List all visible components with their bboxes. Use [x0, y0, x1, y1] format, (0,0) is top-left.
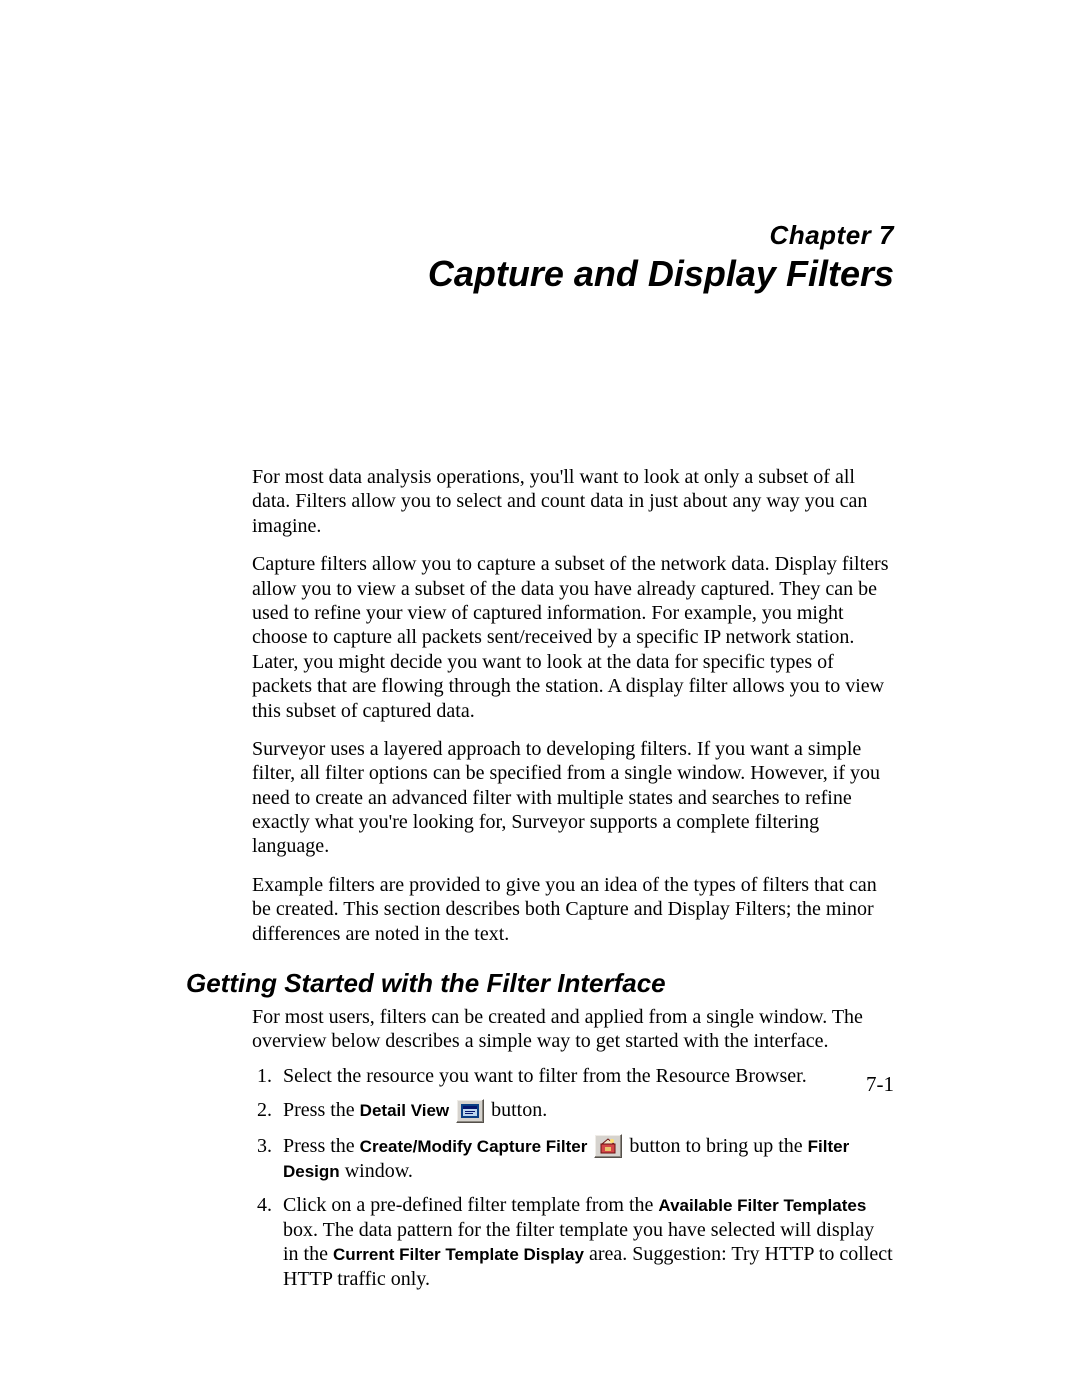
page-number: 7-1: [866, 1072, 894, 1097]
chapter-title: Capture and Display Filters: [186, 253, 894, 295]
chapter-header: Chapter 7 Capture and Display Filters: [186, 220, 894, 295]
intro-paragraph-4: Example filters are provided to give you…: [252, 873, 894, 946]
current-filter-template-display-label: Current Filter Template Display: [333, 1245, 584, 1264]
create-filter-icon: [594, 1134, 622, 1158]
create-modify-filter-label: Create/Modify Capture Filter: [360, 1137, 588, 1156]
step-3-text-a: Press the: [283, 1135, 360, 1157]
step-1: Select the resource you want to filter f…: [277, 1064, 894, 1088]
available-filter-templates-label: Available Filter Templates: [658, 1196, 866, 1215]
step-2-text-b: button.: [486, 1099, 547, 1121]
step-3-text-b: button to bring up the: [624, 1135, 807, 1157]
detail-view-icon: [456, 1099, 484, 1123]
step-2: Press the Detail View button.: [277, 1098, 894, 1123]
steps-list: Select the resource you want to filter f…: [252, 1064, 894, 1291]
document-page: Chapter 7 Capture and Display Filters Fo…: [0, 0, 1080, 1397]
chapter-label-prefix: Chapter: [770, 220, 872, 250]
intro-paragraph-2: Capture filters allow you to capture a s…: [252, 552, 894, 723]
intro-paragraph-1: For most data analysis operations, you'l…: [252, 465, 894, 538]
section-heading: Getting Started with the Filter Interfac…: [186, 968, 894, 999]
step-4-text-a: Click on a pre-defined filter template f…: [283, 1194, 658, 1216]
section-body: For most users, filters can be created a…: [252, 1005, 894, 1291]
chapter-number: 7: [879, 220, 894, 250]
step-3-text-c: window.: [340, 1160, 413, 1182]
intro-block: For most data analysis operations, you'l…: [252, 465, 894, 946]
detail-view-label: Detail View: [360, 1101, 449, 1120]
chapter-label: Chapter 7: [186, 220, 894, 251]
step-2-text-a: Press the: [283, 1099, 360, 1121]
step-1-text: Select the resource you want to filter f…: [283, 1065, 807, 1087]
intro-paragraph-3: Surveyor uses a layered approach to deve…: [252, 737, 894, 859]
step-4: Click on a pre-defined filter template f…: [277, 1193, 894, 1291]
step-3: Press the Create/Modify Capture Filter b…: [277, 1134, 894, 1184]
section-lead: For most users, filters can be created a…: [252, 1005, 894, 1054]
